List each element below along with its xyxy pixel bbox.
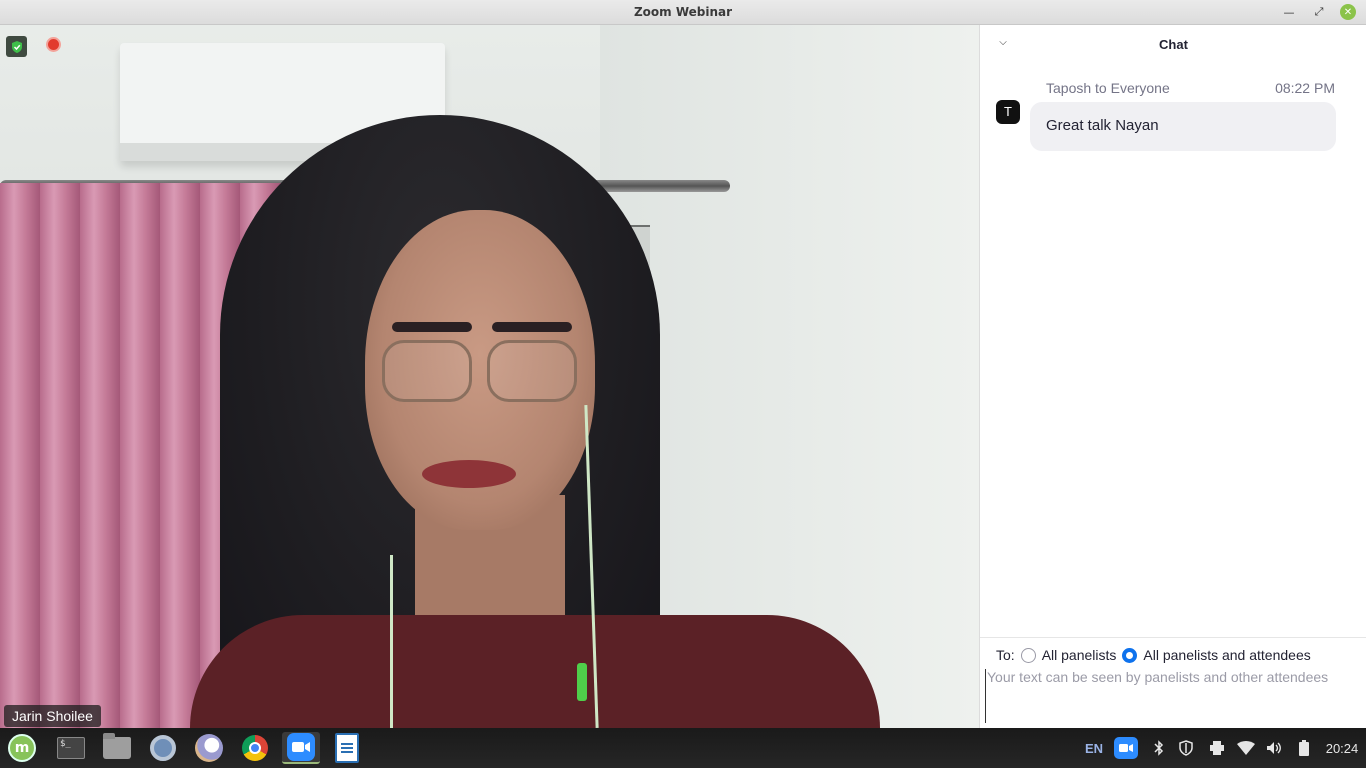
eyebrow-right: [492, 322, 572, 332]
wifi-icon[interactable]: [1236, 728, 1256, 768]
lens-right: [487, 340, 577, 402]
message-time: 08:22 PM: [1275, 80, 1335, 96]
chat-panel: ⌵ Chat Taposh to Everyone 08:22 PM T Gre…: [979, 25, 1366, 728]
participant-name-tag: Jarin Shoilee: [4, 705, 101, 727]
chat-header: ⌵ Chat: [980, 25, 1366, 65]
close-icon[interactable]: ✕: [1340, 4, 1356, 20]
linux-mint-menu-icon[interactable]: m: [3, 732, 41, 764]
keyboard-language[interactable]: EN: [1082, 728, 1106, 768]
chat-title: Chat: [1159, 37, 1188, 52]
zoom-icon[interactable]: [282, 732, 320, 764]
zoom-tray-icon[interactable]: [1113, 728, 1139, 768]
window-title: Zoom Webinar: [633, 5, 733, 19]
lips: [422, 460, 516, 488]
radio-button[interactable]: [1020, 647, 1036, 663]
recipient-label: All panelists: [1041, 647, 1117, 663]
clock[interactable]: 20:24: [1318, 728, 1366, 768]
window-titlebar: Zoom Webinar — ⤢ ✕: [0, 0, 1366, 25]
volume-icon[interactable]: [1264, 728, 1284, 768]
avatar: T: [996, 100, 1020, 124]
battery-icon[interactable]: [1294, 728, 1314, 768]
bluetooth-icon[interactable]: [1149, 728, 1169, 768]
chat-compose: To: All panelists All panelists and atte…: [980, 637, 1366, 728]
taskbar: m $_ EN 20:24: [0, 728, 1366, 768]
recording-icon[interactable]: [46, 37, 61, 52]
recipient-selector: To: All panelists All panelists and atte…: [996, 645, 1317, 665]
to-label: To:: [996, 647, 1015, 663]
chrome-icon[interactable]: [236, 732, 274, 764]
minimize-icon[interactable]: —: [1281, 4, 1297, 20]
message-sender: Taposh to Everyone: [1046, 80, 1170, 96]
radio-button-selected[interactable]: [1122, 647, 1138, 663]
earphone-mic: [577, 663, 587, 701]
video-feed[interactable]: [0, 25, 979, 728]
terminal-icon[interactable]: $_: [52, 732, 90, 764]
printer-icon[interactable]: [1207, 728, 1227, 768]
files-icon[interactable]: [98, 732, 136, 764]
recipient-all-panelists[interactable]: All panelists: [1020, 647, 1117, 663]
writer-icon[interactable]: [328, 732, 366, 764]
shield-icon[interactable]: [1176, 728, 1196, 768]
shirt: [190, 615, 880, 728]
message-bubble: Great talk Nayan: [1030, 102, 1336, 151]
chromium-icon[interactable]: [144, 732, 182, 764]
maximize-icon[interactable]: ⤢: [1311, 4, 1327, 20]
chat-message-input[interactable]: [985, 669, 1355, 723]
eyebrow-left: [392, 322, 472, 332]
participant-person: [160, 115, 880, 728]
bird-app-icon[interactable]: [190, 732, 228, 764]
glasses: [382, 340, 582, 410]
recipient-all-panelists-attendees[interactable]: All panelists and attendees: [1122, 647, 1311, 663]
lens-left: [382, 340, 472, 402]
earphone-cable: [390, 555, 393, 728]
encryption-shield-icon[interactable]: [6, 36, 27, 57]
recipient-label: All panelists and attendees: [1143, 647, 1311, 663]
